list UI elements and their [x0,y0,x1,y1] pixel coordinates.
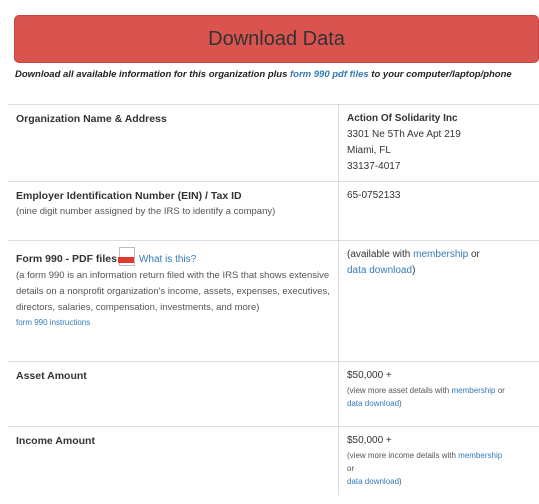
ein-value: 65-0752133 [347,190,401,201]
org-address-line2: Miami, FL [347,145,391,156]
form-990-instructions-link[interactable]: form 990 instructions [16,318,90,327]
table-row: Organization Name & Address Action Of So… [8,104,539,182]
asset-data-download-link[interactable]: data download [347,399,399,408]
income-amount-value: $50,000 + [347,435,392,446]
what-is-this-link[interactable]: What is this? [139,254,196,265]
form990-label: Form 990 - PDF files [16,253,117,265]
form990-note: (a form 990 is an information return fil… [16,270,330,313]
asset-membership-link[interactable]: membership [451,386,495,395]
income-data-download-link[interactable]: data download [347,477,399,486]
table-row: Asset Amount $50,000 + (view more asset … [8,361,539,427]
income-note-middle: or [347,464,355,473]
asset-value-cell: $50,000 + (view more asset details with … [338,361,539,427]
income-label-cell: Income Amount [8,426,339,495]
form-990-pdf-files-link[interactable]: form 990 pdf files [290,69,369,80]
income-membership-link[interactable]: membership [458,451,502,460]
org-address-line3: 33137-4017 [347,161,401,172]
income-note-prefix: (view more income details with [347,451,459,460]
table-row: Income Amount $50,000 + (view more incom… [8,426,539,495]
asset-amount-value: $50,000 + [347,370,392,381]
form990-value-cell: (available with membership or data downl… [338,240,539,362]
asset-note-prefix: (view more asset details with [347,386,452,395]
description-prefix: Download all available information for t… [15,69,290,80]
form990-label-cell: Form 990 - PDF files What is this? (a for… [8,240,339,362]
form990-value-middle: or [468,249,480,260]
download-data-button[interactable]: Download Data [14,15,539,63]
income-note-suffix: ) [399,477,402,486]
ein-label: Employer Identification Number (EIN) / T… [16,190,242,202]
data-download-link[interactable]: data download [347,265,412,276]
table-row: Form 990 - PDF files What is this? (a for… [8,240,539,362]
ein-label-cell: Employer Identification Number (EIN) / T… [8,181,339,241]
org-value-cell: Action Of Solidarity Inc 3301 Ne 5Th Ave… [338,104,539,182]
asset-label-cell: Asset Amount [8,361,339,427]
asset-note-suffix: ) [399,399,402,408]
org-name: Action Of Solidarity Inc [347,113,458,124]
income-amount-label: Income Amount [16,435,95,447]
membership-link[interactable]: membership [413,249,468,260]
ein-value-cell: 65-0752133 [338,181,539,241]
org-name-address-label: Organization Name & Address [16,113,167,125]
description-suffix: to your computer/laptop/phone [368,69,512,80]
org-label-cell: Organization Name & Address [8,104,339,182]
asset-note-middle: or [495,386,505,395]
download-description: Download all available information for t… [15,66,535,83]
form990-value-suffix: ) [412,265,416,276]
ein-note: (nine digit number assigned by the IRS t… [16,206,276,217]
table-row: Employer Identification Number (EIN) / T… [8,181,539,241]
organization-info-table: Organization Name & Address Action Of So… [8,104,539,495]
org-address-line1: 3301 Ne 5Th Ave Apt 219 [347,129,461,140]
income-value-cell: $50,000 + (view more income details with… [338,426,539,495]
pdf-icon [117,247,135,266]
form990-value-prefix: (available with [347,249,414,260]
asset-amount-label: Asset Amount [16,370,87,382]
